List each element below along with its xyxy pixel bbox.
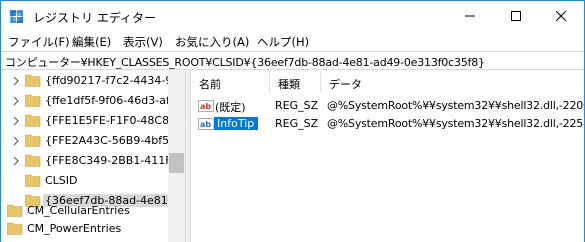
value-data: @%SystemRoot%¥¥system32¥¥shell32.dll,-22… (327, 99, 584, 112)
folder-icon (24, 114, 41, 127)
tree-item-label: CM_PowerEntries (27, 222, 122, 235)
column-header-data-label: データ (329, 78, 362, 91)
registry-editor-window: レジストリ エディター ファイル(F) 編集(E) 表示(V) お気に入り(A)… (0, 0, 585, 242)
tree-item-label: {ffd90217-f7c2-4434-9e (45, 74, 180, 87)
window-title: レジストリ エディター (33, 11, 156, 25)
value-type: REG_SZ (275, 117, 319, 130)
expand-arrow-icon[interactable] (11, 156, 21, 166)
value-data: @%SystemRoot%¥¥system32¥¥shell32.dll,-22… (327, 117, 584, 130)
menu-file[interactable]: ファイル(F) (8, 34, 70, 50)
value-row-selected[interactable]: ab InfoTip REG_SZ @%SystemRoot%¥¥system3… (191, 115, 584, 133)
value-name: InfoTip (212, 116, 260, 131)
tree-item[interactable]: {FFE2A43C-56B9-4bf5-9 (1, 131, 185, 151)
tree-scrollbar-thumb[interactable] (169, 153, 184, 173)
tree-item[interactable]: CM_PowerEntries (1, 219, 185, 239)
registry-editor-app-icon (9, 9, 25, 25)
menu-favorites[interactable]: お気に入り(A) (175, 34, 249, 50)
values-pane[interactable]: 名前 種類 データ ab (既定) REG_SZ @%SystemRoot%¥¥… (191, 71, 584, 242)
tree-item[interactable]: CLSID (1, 171, 185, 191)
tree-item-label: {FFE1E5FE-F1F0-48C8-9 (45, 114, 181, 127)
string-value-icon: ab (198, 116, 214, 132)
tree-item[interactable]: {ffd90217-f7c2-4434-9e (1, 71, 185, 91)
tree-item-label: CLSID (45, 174, 78, 187)
column-header-type[interactable]: 種類 (270, 71, 320, 93)
key-tree-pane[interactable]: {ffd90217-f7c2-4434-9e {ffe1df5f-9f06-46… (1, 71, 185, 242)
folder-icon (6, 222, 23, 235)
expand-arrow-icon[interactable] (11, 96, 21, 106)
menu-edit[interactable]: 編集(E) (72, 34, 111, 50)
column-header-name-label: 名前 (199, 78, 221, 91)
tree-item-label: CM_CellularEntries (27, 204, 130, 217)
column-header-type-label: 種類 (278, 78, 300, 91)
tree-item[interactable]: {FFE1E5FE-F1F0-48C8-9 (1, 111, 185, 131)
string-value-icon: ab (198, 98, 214, 114)
maximize-icon (511, 11, 521, 21)
svg-text:ab: ab (200, 102, 211, 111)
folder-icon (24, 74, 41, 87)
tree-item-label: {FFE8C349-2BB1-411F-9 (45, 154, 183, 167)
menu-view[interactable]: 表示(V) (123, 34, 163, 50)
menu-help[interactable]: ヘルプ(H) (257, 34, 309, 50)
folder-icon (24, 134, 41, 147)
tree-item-label: {FFE2A43C-56B9-4bf5-9 (45, 134, 181, 147)
value-type: REG_SZ (275, 99, 319, 112)
column-header-name[interactable]: 名前 (191, 71, 269, 93)
tree-item[interactable]: {ffe1df5f-9f06-46d3-af2 (1, 91, 185, 111)
svg-text:ab: ab (200, 120, 211, 129)
expand-arrow-icon[interactable] (11, 116, 21, 126)
title-bar[interactable]: レジストリ エディター (1, 1, 584, 31)
tree-item[interactable]: {FFE8C349-2BB1-411F-9 (1, 151, 185, 171)
minimize-icon (465, 11, 475, 21)
value-row[interactable]: ab (既定) REG_SZ @%SystemRoot%¥¥system32¥¥… (191, 97, 584, 115)
value-name: (既定) (215, 101, 246, 114)
folder-icon (6, 204, 23, 217)
expand-arrow-icon[interactable] (11, 136, 21, 146)
address-bar[interactable]: コンピューター¥HKEY_CLASSES_ROOT¥CLSID¥{36eef7d… (1, 51, 584, 70)
address-path[interactable]: コンピューター¥HKEY_CLASSES_ROOT¥CLSID¥{36eef7d… (5, 54, 485, 70)
tree-item[interactable]: CM_CellularEntries (1, 201, 185, 221)
tree-item-label: {ffe1df5f-9f06-46d3-af2 (45, 94, 177, 107)
close-button[interactable] (538, 1, 584, 31)
folder-icon (24, 174, 41, 187)
maximize-button[interactable] (493, 1, 539, 31)
folder-icon (24, 94, 41, 107)
close-icon (556, 11, 566, 21)
minimize-button[interactable] (447, 1, 493, 31)
folder-icon (24, 154, 41, 167)
tree-scrollbar[interactable] (168, 71, 185, 242)
menu-bar: ファイル(F) 編集(E) 表示(V) お気に入り(A) ヘルプ(H) (1, 31, 584, 51)
column-header-data[interactable]: データ (321, 71, 584, 93)
expand-arrow-icon[interactable] (11, 76, 21, 86)
